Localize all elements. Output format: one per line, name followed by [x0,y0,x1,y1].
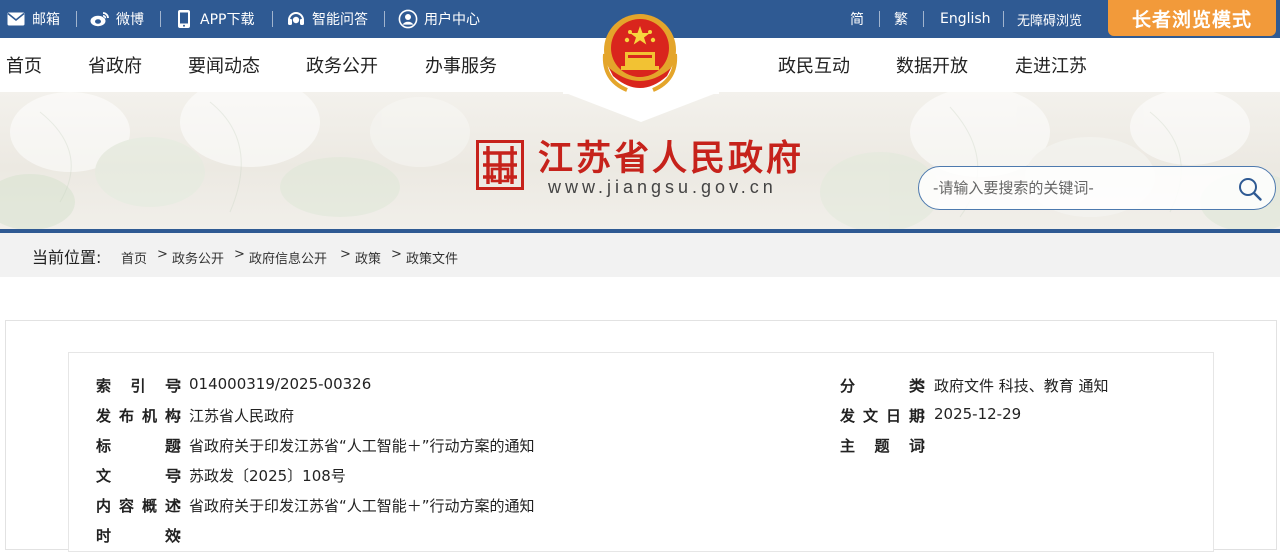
weibo-icon [90,9,110,29]
meta-date-label: 发文日期 [840,407,924,425]
simplified-chinese-link[interactable]: 简 [850,0,864,38]
meta-colon: : [176,495,182,513]
meta-colon: : [176,375,182,393]
meta-title-label: 标题 [96,437,180,455]
search-icon[interactable] [1237,176,1263,202]
breadcrumb-label: 当前位置: [32,248,102,267]
meta-category-value: 政府文件 科技、教育 通知 [934,377,1109,395]
mail-label: 邮箱 [32,12,60,28]
meta-subject-label: 主题词 [840,437,924,455]
topbar-divider [384,11,385,27]
nav-services[interactable]: 办事服务 [425,38,497,92]
nav-open-data[interactable]: 数据开放 [896,38,968,92]
mail-link[interactable]: 邮箱 [6,0,60,38]
user-icon [398,9,418,29]
app-download-link[interactable]: APP下载 [174,0,254,38]
accessible-browsing-label: 无障碍浏览 [1017,13,1083,29]
user-center-link[interactable]: 用户中心 [398,0,480,38]
topbar-divider [160,11,161,27]
search-box [918,166,1276,210]
topbar-divider [272,11,273,27]
site-title: 江苏省人民政府 [538,139,805,179]
meta-docno-value: 苏政发〔2025〕108号 [189,467,346,485]
app-download-label: APP下载 [200,12,255,28]
nav-interaction[interactable]: 政民互动 [778,38,850,92]
meta-colon: : [920,375,926,393]
meta-category-label: 分类 [840,377,924,395]
meta-issuer-label: 发布机构 [96,407,180,425]
nav-home[interactable]: 首页 [6,38,42,92]
topbar-divider [76,11,77,27]
topbar-divider [923,11,924,27]
meta-docno-label: 文号 [96,467,180,485]
headset-icon [286,9,306,29]
breadcrumb-item-policy[interactable]: 政策 [355,248,381,267]
meta-colon: : [920,435,926,453]
breadcrumb-separator: > [340,247,351,262]
meta-validity-label: 时效 [96,527,180,545]
traditional-chinese-link[interactable]: 繁 [894,0,908,38]
meta-colon: : [176,525,182,543]
elder-mode-button[interactable]: 长者浏览模式 [1108,0,1276,36]
meta-issuer-value: 江苏省人民政府 [189,407,295,425]
meta-index-label: 索引号 [96,377,180,395]
meta-colon: : [176,435,182,453]
meta-title-value: 省政府关于印发江苏省“人工智能＋”行动方案的通知 [189,437,535,455]
breadcrumb-separator: > [157,247,168,262]
meta-colon: : [176,465,182,483]
nav-government-affairs[interactable]: 政务公开 [306,38,378,92]
breadcrumb-item-policy-docs[interactable]: 政策文件 [406,248,458,267]
smart-qa-link[interactable]: 智能问答 [286,0,368,38]
breadcrumb-item-gov-affairs[interactable]: 政务公开 [172,248,224,267]
meta-index-value: 014000319/2025-00326 [189,375,372,393]
nav-about-jiangsu[interactable]: 走进江苏 [1015,38,1087,92]
smart-qa-label: 智能问答 [312,12,368,28]
search-input[interactable] [933,176,1223,200]
breadcrumb-item-home[interactable]: 首页 [121,248,147,267]
accessible-browsing-link[interactable]: 无障碍浏览 [1017,0,1082,38]
nav-news[interactable]: 要闻动态 [188,38,260,92]
national-emblem-icon [602,14,678,92]
weibo-link[interactable]: 微博 [90,0,144,38]
simplified-chinese-label: 简 [850,12,864,28]
traditional-chinese-label: 繁 [894,12,908,28]
breadcrumb-separator: > [391,247,402,262]
breadcrumb-item-info-disclosure[interactable]: 政府信息公开 [249,248,327,267]
meta-date-value: 2025-12-29 [934,405,1022,423]
meta-colon: : [920,405,926,423]
phone-icon [174,9,194,29]
meta-summary-value: 省政府关于印发江苏省“人工智能＋”行动方案的通知 [189,497,535,515]
jiangsu-logo-icon [476,140,524,190]
topbar-divider [879,11,880,27]
user-center-label: 用户中心 [424,12,480,28]
meta-summary-label: 内容概述 [96,497,180,515]
nav-province-government[interactable]: 省政府 [88,38,142,92]
english-label: English [940,11,991,27]
site-url: www.jiangsu.gov.cn [548,177,777,197]
breadcrumb-separator: > [234,247,245,262]
topbar-divider [1003,11,1004,27]
weibo-label: 微博 [116,12,144,28]
english-link[interactable]: English [940,0,991,38]
meta-colon: : [176,405,182,423]
mail-icon [6,9,26,29]
